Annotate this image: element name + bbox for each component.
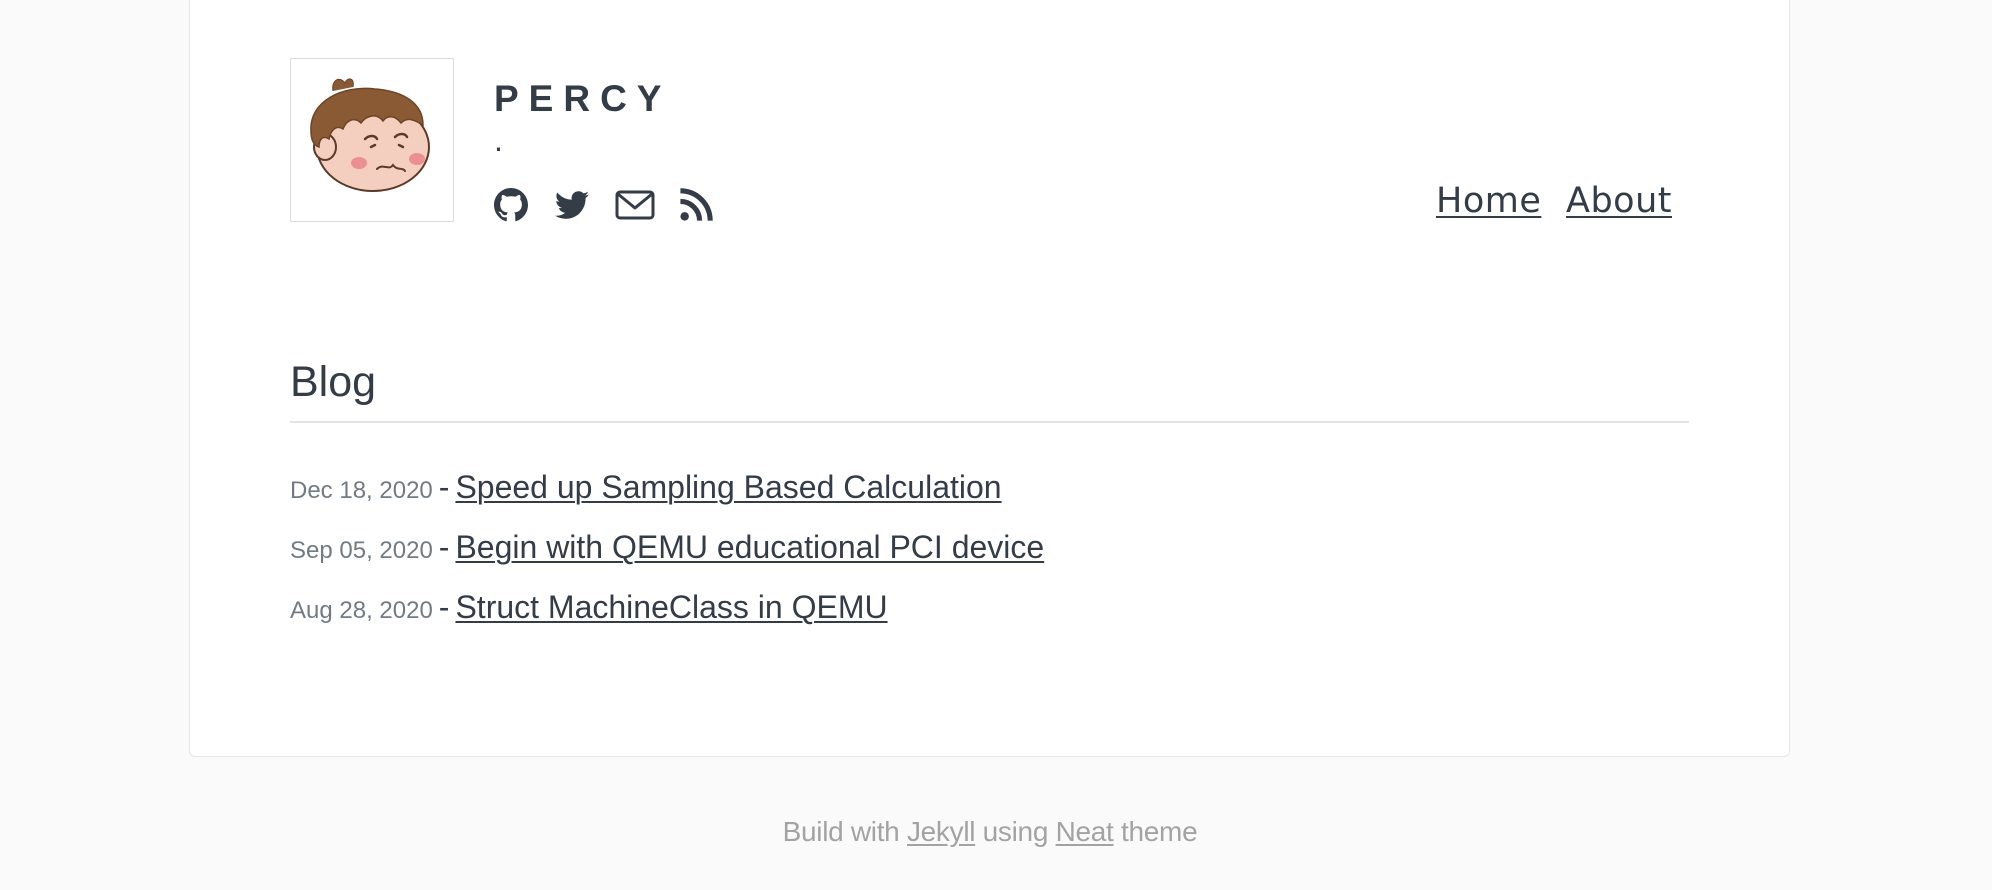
footer-middle: using bbox=[982, 816, 1049, 847]
jekyll-link[interactable]: Jekyll bbox=[907, 816, 976, 847]
post-list: Dec 18, 2020- Speed up Sampling Based Cal… bbox=[290, 465, 1044, 645]
rss-link[interactable] bbox=[679, 188, 715, 224]
rss-icon bbox=[680, 188, 713, 221]
section-divider bbox=[290, 421, 1689, 423]
post-item: Aug 28, 2020- Struct MachineClass in QEMU bbox=[290, 585, 1044, 645]
post-link[interactable]: Begin with QEMU educational PCI device bbox=[455, 529, 1044, 565]
section-title: Blog bbox=[290, 358, 377, 406]
twitter-link[interactable] bbox=[555, 188, 591, 224]
neat-theme-link[interactable]: Neat bbox=[1056, 816, 1114, 847]
post-link[interactable]: Struct MachineClass in QEMU bbox=[455, 589, 887, 625]
post-item: Dec 18, 2020- Speed up Sampling Based Cal… bbox=[290, 465, 1044, 525]
avatar[interactable] bbox=[290, 58, 454, 222]
site-title: PERCY bbox=[494, 78, 672, 119]
footer: Build with Jekyll using Neat theme bbox=[0, 815, 1980, 849]
avatar-image bbox=[310, 78, 430, 192]
post-separator: - bbox=[438, 469, 450, 505]
twitter-icon bbox=[555, 191, 589, 219]
post-separator: - bbox=[438, 529, 450, 565]
github-icon bbox=[494, 188, 528, 222]
github-link[interactable] bbox=[494, 188, 530, 224]
mail-icon bbox=[615, 190, 655, 220]
post-date: Sep 05, 2020 bbox=[290, 537, 433, 564]
email-link[interactable] bbox=[615, 188, 655, 224]
nav-about[interactable]: About bbox=[1566, 184, 1672, 219]
site-subtitle: . bbox=[494, 122, 503, 158]
post-date: Aug 28, 2020 bbox=[290, 597, 433, 624]
post-link[interactable]: Speed up Sampling Based Calculation bbox=[455, 469, 1001, 505]
nav-home[interactable]: Home bbox=[1436, 184, 1541, 219]
post-item: Sep 05, 2020- Begin with QEMU educational… bbox=[290, 525, 1044, 585]
footer-prefix: Build with bbox=[782, 816, 900, 847]
post-date: Dec 18, 2020 bbox=[290, 477, 433, 504]
footer-suffix: theme bbox=[1121, 816, 1198, 847]
post-separator: - bbox=[438, 589, 450, 625]
